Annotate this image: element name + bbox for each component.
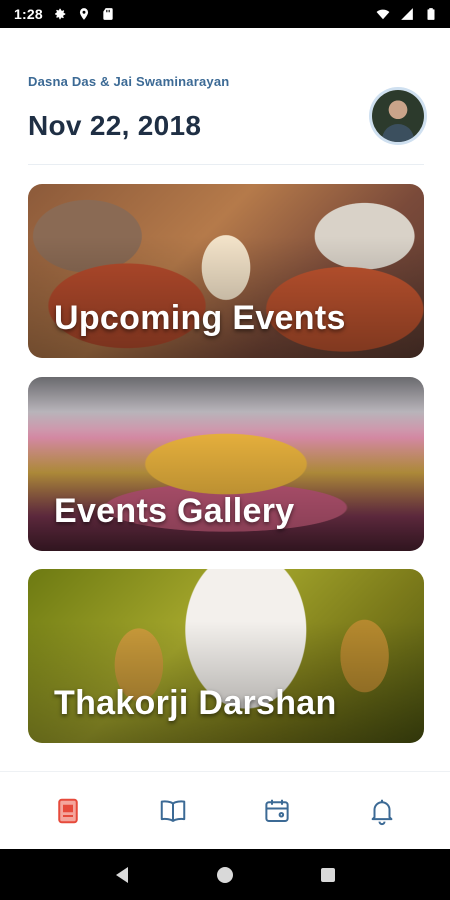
- nav-item-calendar[interactable]: [249, 783, 305, 839]
- status-bar: 1:28: [0, 0, 450, 28]
- upcoming-events-card[interactable]: Upcoming Events: [28, 184, 424, 358]
- recents-icon: [321, 867, 336, 882]
- back-icon: [115, 866, 128, 883]
- book-icon: [160, 799, 185, 822]
- header: Dasna Das & Jai Swaminarayan Nov 22, 201…: [28, 74, 424, 142]
- sd-card-icon: [101, 7, 115, 21]
- nav-item-notifications[interactable]: [354, 783, 410, 839]
- home-icon: [216, 866, 233, 883]
- avatar[interactable]: [372, 90, 424, 142]
- greeting-text: Dasna Das & Jai Swaminarayan: [28, 74, 230, 89]
- calendar-icon: [265, 799, 289, 822]
- card-title: Events Gallery: [54, 492, 295, 530]
- thakorji-darshan-card[interactable]: Thakorji Darshan: [28, 569, 424, 743]
- divider: [28, 164, 424, 165]
- bottom-nav: [0, 771, 450, 849]
- system-nav-bar: [0, 849, 450, 900]
- card-title: Upcoming Events: [54, 299, 346, 337]
- location-pin-icon: [77, 7, 91, 21]
- page-title-date: Nov 22, 2018: [28, 110, 202, 141]
- battery-icon: [424, 7, 438, 21]
- back-button[interactable]: [108, 861, 136, 889]
- card-title: Thakorji Darshan: [54, 684, 337, 722]
- home-button[interactable]: [211, 861, 239, 889]
- status-time: 1:28: [14, 6, 43, 22]
- wifi-icon: [376, 7, 390, 21]
- signal-icon: [400, 7, 414, 21]
- nav-item-read[interactable]: [145, 783, 201, 839]
- document-icon: [58, 798, 78, 823]
- bell-icon: [371, 799, 393, 825]
- nav-item-home[interactable]: [40, 783, 96, 839]
- gear-icon: [53, 7, 67, 21]
- recents-button[interactable]: [314, 861, 342, 889]
- events-gallery-card[interactable]: Events Gallery: [28, 377, 424, 551]
